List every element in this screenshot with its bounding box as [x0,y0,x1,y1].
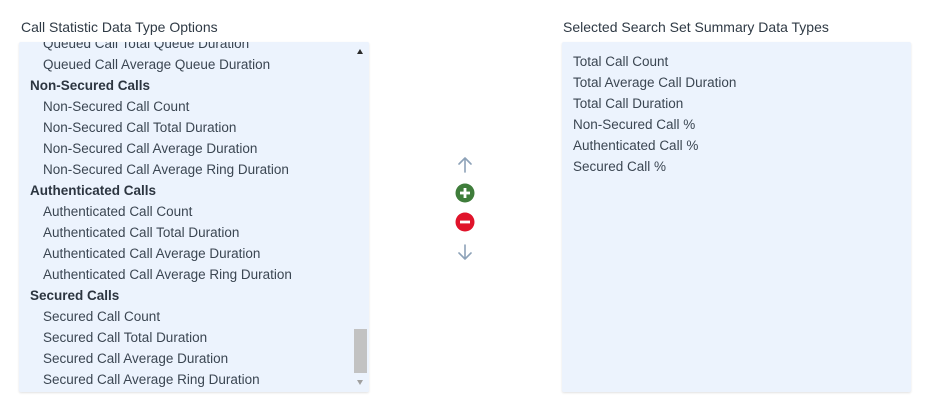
minus-circle-icon [455,212,475,232]
available-options-list: Queued Call Total Queue Duration Queued C… [19,42,352,390]
plus-circle-icon [455,183,475,203]
data-type-selector: Call Statistic Data Type Options Selecte… [0,0,927,403]
move-up-button[interactable] [455,155,475,175]
arrow-down-icon [458,244,472,260]
selected-types-listbox[interactable]: Total Call Count Total Average Call Durat… [562,42,911,392]
selected-item[interactable]: Authenticated Call % [562,135,736,156]
option-item[interactable]: Non-Secured Call Average Duration [19,138,352,159]
option-item[interactable]: Authenticated Call Total Duration [19,222,352,243]
option-item[interactable]: Non-Secured Call Count [19,96,352,117]
selected-item[interactable]: Secured Call % [562,156,736,177]
option-group-header: Secured Calls [30,288,120,303]
option-item[interactable]: Authenticated Call Count [19,201,352,222]
selected-types-title: Selected Search Set Summary Data Types [563,19,829,35]
selected-item[interactable]: Total Call Duration [562,93,736,114]
available-options-listbox[interactable]: Queued Call Total Queue Duration Queued C… [19,42,369,392]
selected-item[interactable]: Total Average Call Duration [562,72,736,93]
scrollbar-thumb[interactable] [354,329,367,373]
option-group-header: Authenticated Calls [30,183,157,198]
option-item[interactable]: Non-Secured Call Average Ring Duration [19,159,352,180]
add-button[interactable] [455,183,475,203]
option-group-header: Non-Secured Calls [30,78,151,93]
option-item[interactable]: Secured Call Average Duration [19,348,352,369]
option-item[interactable]: Queued Call Average Queue Duration [19,54,352,75]
scroll-up-arrow-icon[interactable] [357,49,363,54]
option-item[interactable]: Secured Call Total Duration [19,327,352,348]
option-item[interactable]: Queued Call Total Queue Duration [19,42,352,54]
option-item[interactable]: Secured Call Count [19,306,352,327]
option-item[interactable]: Authenticated Call Average Ring Duration [19,264,352,285]
selected-item[interactable]: Non-Secured Call % [562,114,736,135]
remove-button[interactable] [455,212,475,232]
available-options-title: Call Statistic Data Type Options [21,19,218,35]
option-item[interactable]: Secured Call Average Ring Duration [19,369,352,390]
arrow-up-icon [458,157,472,173]
scroll-down-arrow-icon[interactable] [357,380,363,385]
move-down-button[interactable] [455,242,475,262]
option-item[interactable]: Non-Secured Call Total Duration [19,117,352,138]
selected-types-list: Total Call Count Total Average Call Durat… [562,51,736,177]
option-item[interactable]: Authenticated Call Average Duration [19,243,352,264]
vertical-scrollbar[interactable] [353,42,369,392]
selected-item[interactable]: Total Call Count [562,51,736,72]
